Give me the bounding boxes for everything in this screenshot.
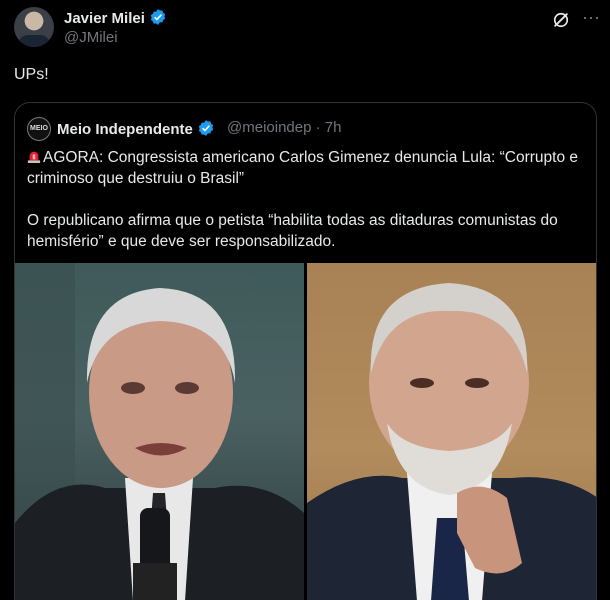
- quoted-handle-time[interactable]: @meioindep · 7h: [227, 119, 341, 136]
- author-handle[interactable]: @JMilei: [64, 29, 118, 46]
- quoted-paragraph-2: O republicano afirma que o petista “habi…: [27, 212, 558, 250]
- author-name[interactable]: Javier Milei: [64, 10, 145, 27]
- quoted-author-name[interactable]: Meio Independente: [57, 121, 193, 138]
- quoted-paragraph-1: AGORA: Congressista americano Carlos Gim…: [27, 147, 587, 189]
- grok-icon[interactable]: [551, 10, 571, 30]
- more-icon[interactable]: ⋯: [582, 8, 600, 32]
- photo-carlos-gimenez[interactable]: [15, 263, 304, 600]
- author-name-row[interactable]: Javier Milei: [64, 8, 167, 27]
- quoted-text: AGORA: Congressista americano Carlos Gim…: [27, 147, 587, 273]
- verified-badge-icon: [198, 120, 213, 136]
- quoted-tweet[interactable]: MEIO Meio Independente @meioindep · 7h A…: [14, 102, 597, 600]
- quoted-author-name-row[interactable]: Meio Independente: [57, 119, 215, 138]
- siren-emoji-icon: [27, 151, 41, 163]
- verified-badge-icon: [150, 9, 166, 25]
- quoted-author-avatar[interactable]: MEIO: [27, 117, 51, 141]
- tweet-text: UPs!: [14, 66, 49, 83]
- author-avatar[interactable]: [14, 7, 54, 47]
- photo-lula[interactable]: [307, 263, 596, 600]
- quoted-paragraph-1-text: AGORA: Congressista americano Carlos Gim…: [27, 149, 578, 187]
